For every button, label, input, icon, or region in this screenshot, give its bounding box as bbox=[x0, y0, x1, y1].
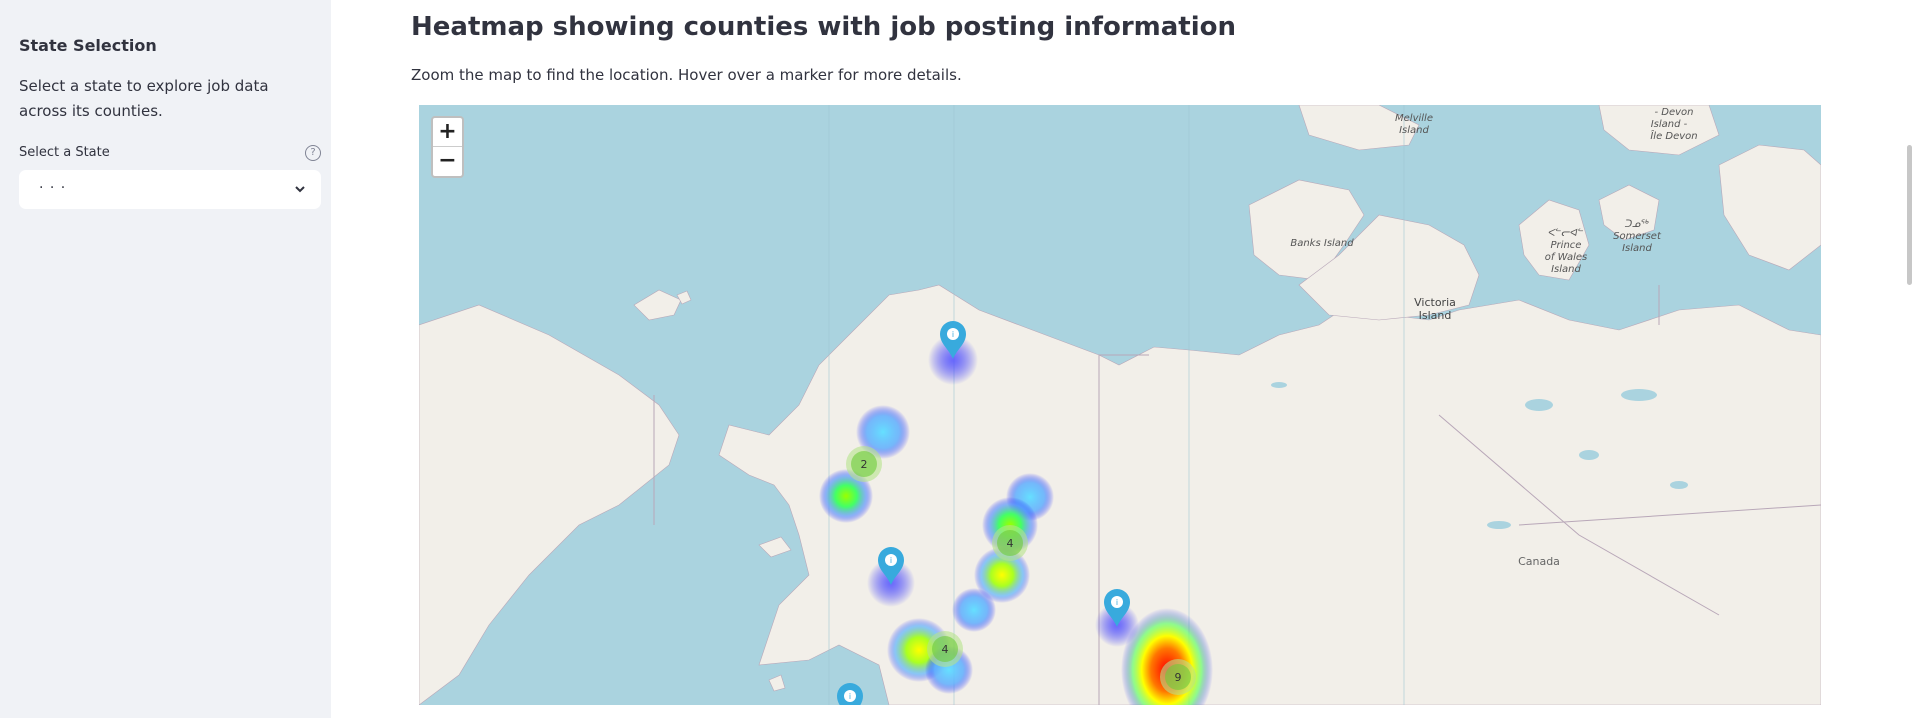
zoom-in-button[interactable]: + bbox=[433, 118, 462, 147]
zoom-control: + − bbox=[431, 116, 464, 178]
place-label: Prince bbox=[1551, 240, 1582, 251]
svg-text:i: i bbox=[1116, 598, 1118, 607]
page-title: Heatmap showing counties with job postin… bbox=[411, 12, 1237, 42]
cluster-count: 2 bbox=[861, 458, 868, 471]
place-label: ᐸᓪᓕᐊᓪ bbox=[1548, 227, 1584, 239]
cluster-count: 4 bbox=[942, 643, 949, 656]
cluster-marker[interactable]: 2 bbox=[846, 446, 882, 482]
state-select-label: Select a State bbox=[19, 145, 110, 160]
sidebar-description: Select a state to explore job data acros… bbox=[19, 77, 269, 120]
northeast-island bbox=[1718, 144, 1821, 271]
place-label: Island bbox=[1622, 243, 1652, 254]
chevron-down-icon bbox=[295, 186, 305, 193]
cluster-marker[interactable]: 4 bbox=[992, 525, 1028, 561]
place-label: Island bbox=[1551, 264, 1581, 275]
small-island-3 bbox=[768, 674, 786, 692]
siberia-land bbox=[419, 304, 680, 705]
cluster-marker[interactable]: 4 bbox=[927, 631, 963, 667]
svg-text:i: i bbox=[890, 556, 892, 565]
state-select[interactable]: · · · bbox=[19, 170, 321, 209]
page-description: Zoom the map to find the location. Hover… bbox=[411, 66, 962, 84]
cluster-count: 4 bbox=[1007, 537, 1014, 550]
place-label: Canada bbox=[1518, 555, 1560, 568]
map-canvas[interactable]: i i i i 2 4 4 9 Melville Island - Devon … bbox=[419, 105, 1821, 705]
zoom-out-button[interactable]: − bbox=[433, 147, 462, 176]
sidebar: State Selection Select a state to explor… bbox=[0, 0, 331, 718]
map-container[interactable]: i i i i 2 4 4 9 Melville Island - Devon … bbox=[419, 105, 1821, 705]
place-label: - Devon bbox=[1654, 107, 1693, 118]
question-icon[interactable]: ? bbox=[305, 145, 321, 161]
place-label: Somerset bbox=[1613, 231, 1662, 242]
place-label: Melville bbox=[1395, 113, 1433, 124]
cluster-count: 9 bbox=[1175, 671, 1182, 684]
svg-text:i: i bbox=[849, 692, 851, 701]
state-select-value: · · · bbox=[39, 180, 67, 196]
sidebar-title: State Selection bbox=[19, 36, 157, 55]
page-scrollbar[interactable] bbox=[1907, 145, 1912, 285]
cluster-marker[interactable]: 9 bbox=[1160, 659, 1196, 695]
svg-text:i: i bbox=[952, 330, 954, 339]
small-island-2 bbox=[758, 536, 792, 558]
place-label: Island - bbox=[1651, 119, 1688, 130]
alaska-canada-land bbox=[718, 284, 1821, 705]
place-label: of Wales bbox=[1545, 252, 1587, 263]
place-label: ᑐᓄᖅ bbox=[1624, 219, 1649, 230]
place-label: Victoria bbox=[1414, 296, 1456, 309]
info-icon[interactable]: i bbox=[837, 683, 863, 705]
place-label: Island bbox=[1399, 125, 1429, 136]
place-label: Banks Island bbox=[1290, 238, 1354, 249]
place-label: Island bbox=[1419, 309, 1452, 322]
st-lawrence-island bbox=[633, 289, 682, 321]
heat-spot-center-3 bbox=[952, 588, 996, 632]
place-label: Île Devon bbox=[1650, 129, 1697, 142]
